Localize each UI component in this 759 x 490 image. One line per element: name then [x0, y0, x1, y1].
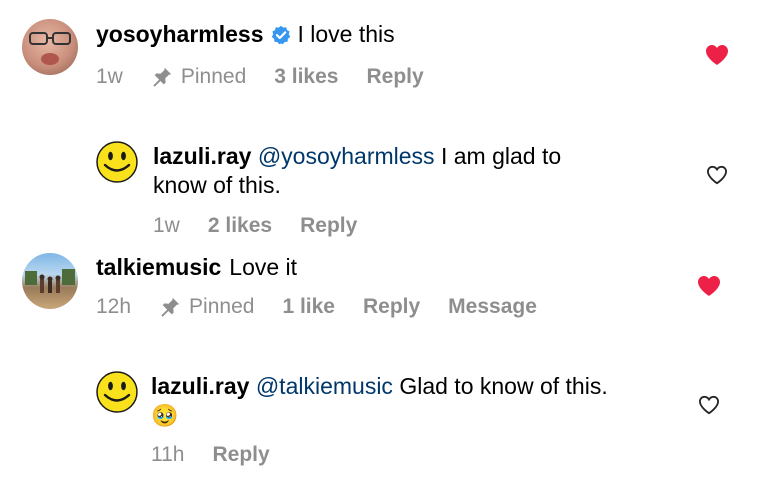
- mention-link[interactable]: @yosoyharmless: [258, 143, 435, 169]
- pin-icon: [161, 297, 180, 317]
- comment-header-1: yosoyharmless I love this: [96, 20, 395, 49]
- avatar-talkiemusic[interactable]: [22, 253, 78, 309]
- smiley-avatar-icon: [96, 141, 138, 183]
- comment-text: I am glad to: [440, 143, 562, 169]
- reply-button[interactable]: Reply: [363, 295, 420, 319]
- heart-filled-icon: [706, 45, 728, 65]
- username[interactable]: yosoyharmless: [96, 21, 263, 48]
- pinned-indicator: Pinned: [151, 65, 246, 89]
- likes-count[interactable]: 2 likes: [208, 214, 272, 238]
- avatar-lazuli-ray[interactable]: [96, 371, 138, 413]
- like-button[interactable]: [698, 395, 720, 415]
- reply-button[interactable]: Reply: [300, 214, 357, 238]
- avatar-lazuli-ray[interactable]: [96, 141, 138, 183]
- like-button[interactable]: [705, 44, 729, 66]
- avatar-yosoyharmless[interactable]: [22, 19, 78, 75]
- heart-filled-icon: [698, 276, 720, 296]
- pinned-label: Pinned: [189, 295, 255, 318]
- username[interactable]: talkiemusic: [96, 254, 221, 281]
- timestamp: 12h: [96, 295, 132, 318]
- comment-meta-2: 1w 2 likes Reply: [153, 214, 385, 238]
- comment-meta-4: 11h Reply: [151, 443, 298, 467]
- emoji: 🥹: [151, 403, 179, 428]
- pinned-label: Pinned: [180, 65, 247, 88]
- like-button[interactable]: [706, 165, 728, 185]
- comment-text: Glad to know of this.: [399, 373, 608, 399]
- comment-body-2: lazuli.ray @yosoyharmless I am glad to k…: [153, 142, 653, 200]
- comment-meta-1: 1w Pinned 3 likes Reply: [96, 65, 452, 89]
- like-button[interactable]: [697, 275, 721, 297]
- reply-button[interactable]: Reply: [212, 443, 269, 467]
- timestamp: 1w: [153, 214, 180, 237]
- comment-text: Love it: [229, 254, 298, 280]
- comment-body-4: lazuli.ray @talkiemusic Glad to know of …: [151, 372, 671, 430]
- likes-count[interactable]: 3 likes: [274, 65, 338, 89]
- heart-outline-icon: [698, 395, 720, 415]
- smiley-avatar-icon: [96, 371, 138, 413]
- pinned-indicator: Pinned: [159, 295, 254, 319]
- verified-badge-icon: [271, 25, 291, 45]
- likes-count[interactable]: 1 like: [282, 295, 335, 319]
- message-button[interactable]: Message: [448, 295, 537, 319]
- comment-meta-3: 12h Pinned 1 like Reply Message: [96, 295, 565, 319]
- comment-text-continued: know of this.: [153, 172, 281, 198]
- timestamp: 11h: [151, 443, 185, 466]
- timestamp: 1w: [96, 65, 123, 88]
- comment-header-3: talkiemusic Love it: [96, 253, 297, 282]
- reply-button[interactable]: Reply: [366, 65, 423, 89]
- comment-text: I love this: [297, 21, 395, 47]
- username[interactable]: lazuli.ray: [151, 373, 249, 399]
- pin-icon: [153, 67, 172, 87]
- username[interactable]: lazuli.ray: [153, 143, 251, 169]
- heart-outline-icon: [706, 165, 728, 185]
- mention-link[interactable]: @talkiemusic: [256, 373, 393, 399]
